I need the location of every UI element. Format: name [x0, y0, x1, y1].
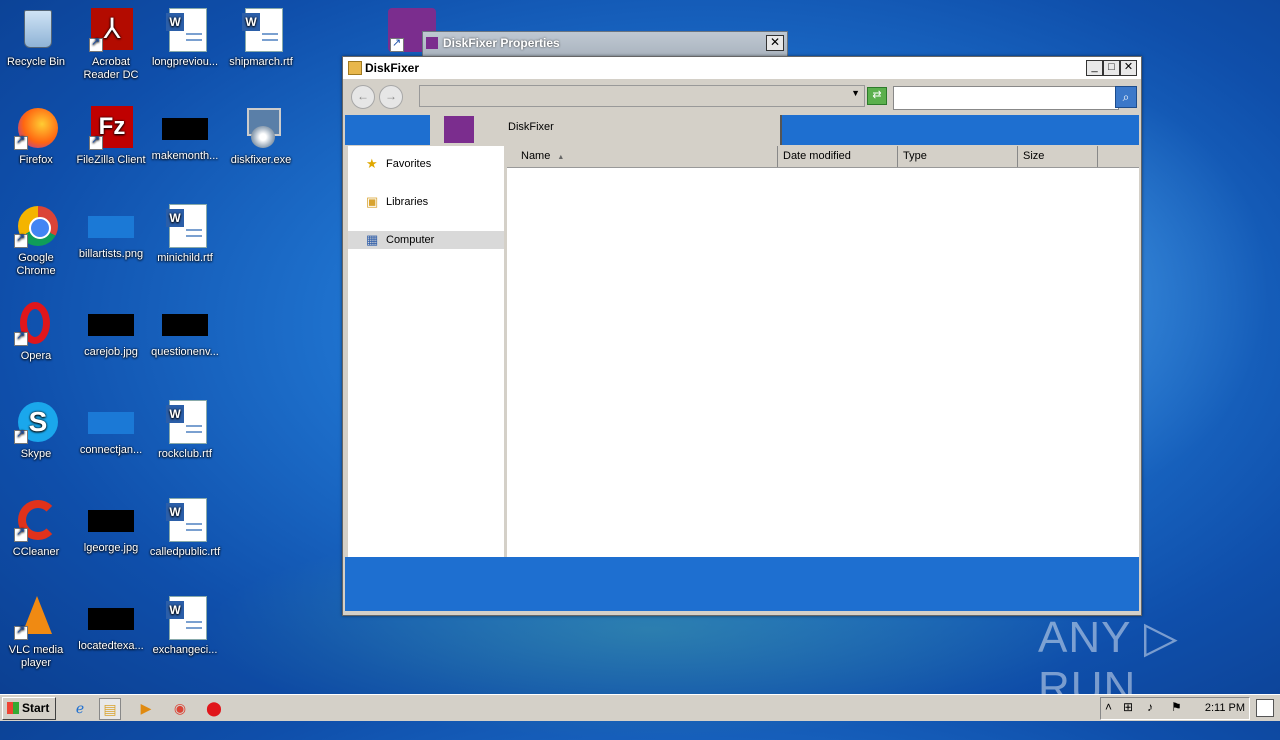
desktop-icon-connectjan[interactable]: connectjan...: [74, 400, 148, 457]
desktop-icon-skype[interactable]: S Skype: [0, 400, 73, 461]
windows-flag-icon: [7, 702, 19, 714]
desktop-icon-billartists[interactable]: billartists.png: [74, 204, 148, 261]
vlc-cone-icon: [14, 596, 58, 640]
desktop-icon-exchangeci[interactable]: W exchangeci...: [148, 596, 222, 657]
nav-item-computer[interactable]: ▦ Computer: [348, 231, 504, 249]
recycle-bin-icon: [14, 8, 58, 52]
image-thumbnail-icon: [88, 412, 134, 434]
column-type[interactable]: Type: [898, 146, 1018, 167]
desktop-icon-questionenv[interactable]: questionenv...: [148, 302, 222, 359]
explorer-folder-icon[interactable]: ▤: [99, 698, 121, 720]
image-thumbnail-icon: [88, 314, 134, 336]
ccleaner-icon: [14, 498, 58, 542]
library-icon: ▣: [366, 194, 379, 209]
action-center-icon[interactable]: ⊞: [1123, 700, 1133, 714]
desktop-icon-filezilla[interactable]: Fz FileZilla Client: [74, 106, 148, 167]
desktop-icon-shipmarch[interactable]: W shipmarch.rtf: [224, 8, 298, 69]
taskbar: Start ℯ ▤ ▶ ◉ ⬤ ˄ ⊞ ♪ ⚑ 2:11 PM: [0, 694, 1280, 721]
explorer-window: DiskFixer _ □ ✕ ← → ▼ ⇄ ⌕ DiskFixer ★ Fa…: [342, 56, 1142, 616]
start-button[interactable]: Start: [2, 697, 56, 720]
star-icon: ★: [366, 156, 378, 171]
opera-taskbar-icon[interactable]: ⬤: [204, 698, 224, 718]
folder-icon: [348, 61, 362, 75]
image-thumbnail-icon: [88, 216, 134, 238]
window-titlebar[interactable]: DiskFixer _ □ ✕: [343, 57, 1141, 79]
column-size[interactable]: Size: [1018, 146, 1098, 167]
forward-arrow-icon[interactable]: →: [379, 85, 403, 109]
volume-icon[interactable]: ♪: [1147, 700, 1153, 714]
back-arrow-icon[interactable]: ←: [351, 85, 375, 109]
desktop-icon-carejob[interactable]: carejob.jpg: [74, 302, 148, 359]
rendering-artifact-band: [345, 557, 1139, 611]
address-bar[interactable]: ▼: [419, 85, 865, 107]
word-document-icon: W: [163, 204, 207, 248]
desktop-icon-minichild[interactable]: W minichild.rtf: [148, 204, 222, 265]
address-dropdown-icon[interactable]: ▼: [851, 88, 860, 98]
flag-icon[interactable]: ⚑: [1171, 700, 1182, 714]
show-desktop-button[interactable]: [1256, 699, 1274, 717]
skype-icon: S: [14, 400, 58, 444]
desktop-icon-diskfixer-exe[interactable]: diskfixer.exe: [224, 106, 298, 167]
computer-icon: ▦: [366, 232, 379, 247]
desktop-icon-opera[interactable]: Opera: [0, 302, 73, 363]
desktop-icon-vlc[interactable]: VLC media player: [0, 596, 73, 670]
properties-close-button[interactable]: ✕: [766, 35, 784, 51]
firefox-icon: [14, 106, 58, 150]
desktop-icon-calledpublic[interactable]: W calledpublic.rtf: [148, 498, 222, 559]
system-tray: ˄ ⊞ ♪ ⚑ 2:11 PM: [1100, 697, 1250, 720]
word-document-icon: W: [163, 498, 207, 542]
clock[interactable]: 2:11 PM: [1205, 702, 1245, 714]
media-player-icon[interactable]: ▶: [136, 698, 156, 718]
nav-item-favorites[interactable]: ★ Favorites: [348, 155, 504, 173]
maximize-button[interactable]: □: [1103, 60, 1120, 76]
column-name[interactable]: Name ▲: [507, 146, 778, 167]
desktop-icon-longpreviou[interactable]: W longpreviou...: [148, 8, 222, 69]
acrobat-icon: ⅄: [89, 8, 133, 52]
diskfixer-app-icon: [444, 116, 474, 143]
image-thumbnail-icon: [88, 608, 134, 630]
search-input[interactable]: [893, 86, 1119, 110]
desktop-icon-recycle-bin[interactable]: Recycle Bin: [0, 8, 73, 69]
desktop-icon-ccleaner[interactable]: CCleaner: [0, 498, 73, 559]
word-document-icon: W: [163, 596, 207, 640]
desktop-icon-makemonth[interactable]: makemonth...: [148, 106, 222, 163]
image-thumbnail-icon: [88, 510, 134, 532]
properties-dialog-title: DiskFixer Properties: [443, 36, 560, 50]
navigation-pane: ★ Favorites ▣ Libraries ▦ Computer: [348, 146, 504, 557]
desktop-icon-lgeorge[interactable]: lgeorge.jpg: [74, 498, 148, 555]
chrome-icon: [14, 204, 58, 248]
chrome-taskbar-icon[interactable]: ◉: [170, 698, 190, 718]
column-headers: Name ▲ Date modified Type Size: [507, 146, 1139, 168]
desktop-icon-google-chrome[interactable]: Google Chrome: [0, 204, 73, 278]
filezilla-icon: Fz: [89, 106, 133, 150]
refresh-go-icon[interactable]: ⇄: [867, 87, 887, 105]
desktop-icon-locatedtexa[interactable]: locatedtexa...: [74, 596, 148, 653]
column-date-modified[interactable]: Date modified: [778, 146, 898, 167]
folder-header-label: DiskFixer: [508, 121, 554, 133]
show-hidden-icons-icon[interactable]: ˄: [1105, 700, 1112, 714]
properties-dialog-titlebar[interactable]: DiskFixer Properties ✕: [422, 31, 788, 57]
search-icon[interactable]: ⌕: [1115, 86, 1137, 108]
sort-up-icon: ▲: [557, 154, 565, 161]
desktop-icon-firefox[interactable]: Firefox: [0, 106, 73, 167]
close-button[interactable]: ✕: [1120, 60, 1137, 76]
word-document-icon: W: [163, 8, 207, 52]
file-list: Name ▲ Date modified Type Size: [507, 146, 1139, 557]
minimize-button[interactable]: _: [1086, 60, 1103, 76]
internet-explorer-icon[interactable]: ℯ: [70, 698, 90, 718]
navigation-toolbar: ← → ▼ ⇄ ⌕: [343, 79, 1141, 113]
image-thumbnail-icon: [162, 118, 208, 140]
folder-header: DiskFixer: [430, 115, 782, 145]
window-title: DiskFixer: [365, 61, 420, 75]
image-thumbnail-icon: [162, 314, 208, 336]
desktop-icon-rockclub[interactable]: W rockclub.rtf: [148, 400, 222, 461]
word-document-icon: W: [163, 400, 207, 444]
nav-item-libraries[interactable]: ▣ Libraries: [348, 193, 504, 211]
installer-icon: [239, 106, 283, 150]
opera-icon: [14, 302, 58, 346]
desktop-icon-acrobat[interactable]: ⅄ Acrobat Reader DC: [74, 8, 148, 82]
word-document-icon: W: [239, 8, 283, 52]
app-icon: [426, 37, 438, 49]
